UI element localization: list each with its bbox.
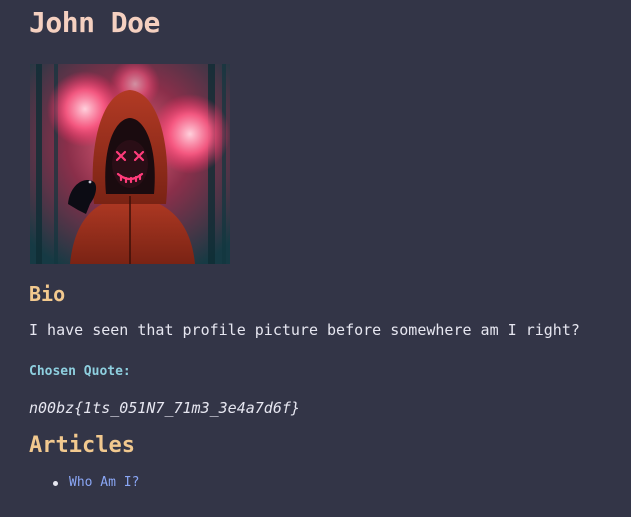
quote-text: n00bz{1ts_051N7_71m3_3e4a7d6f} — [29, 399, 300, 417]
articles-list: Who Am I? — [53, 474, 139, 492]
profile-name: John Doe — [29, 6, 160, 39]
bio-text: I have seen that profile picture before … — [29, 321, 580, 339]
bullet-icon — [53, 481, 58, 486]
profile-page: John Doe Bio I have seen that profile pi… — [0, 0, 631, 517]
profile-picture — [30, 64, 230, 264]
quote-label: Chosen Quote: — [29, 364, 131, 379]
articles-heading: Articles — [29, 433, 135, 458]
article-link[interactable]: Who Am I? — [69, 475, 139, 490]
list-item: Who Am I? — [53, 474, 139, 492]
bio-heading: Bio — [29, 282, 66, 306]
